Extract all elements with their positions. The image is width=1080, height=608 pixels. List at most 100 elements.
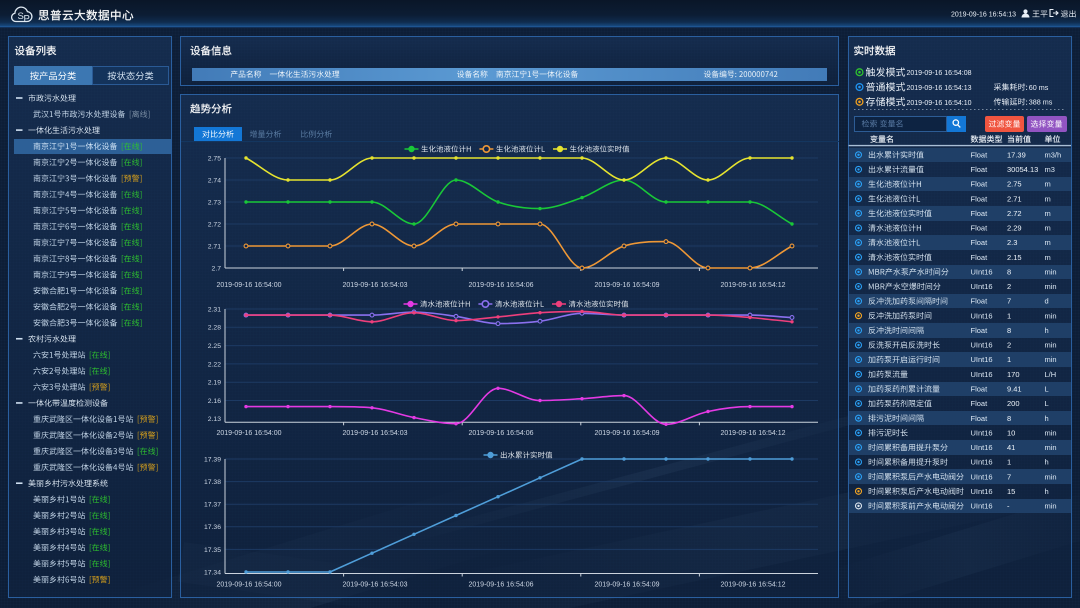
svg-text:P: P	[24, 14, 30, 25]
svg-text:17.37: 17.37	[204, 502, 221, 509]
svg-text:Float: Float	[971, 385, 989, 394]
svg-text:17.35: 17.35	[204, 547, 221, 554]
svg-text:7: 7	[1007, 297, 1011, 306]
svg-text:17.34: 17.34	[204, 569, 221, 576]
svg-text:m: m	[1045, 238, 1051, 247]
svg-text:2019-09-16 16:54:12: 2019-09-16 16:54:12	[721, 430, 786, 437]
svg-text:h: h	[1045, 458, 1049, 467]
svg-text:1: 1	[1007, 458, 1011, 467]
svg-text:-: -	[1007, 502, 1010, 511]
svg-text:m: m	[1045, 180, 1051, 189]
svg-text:Float: Float	[971, 253, 989, 262]
svg-text:min: min	[1045, 311, 1057, 320]
svg-text:10: 10	[1007, 428, 1015, 437]
svg-text:2019-09-16 16:54:03: 2019-09-16 16:54:03	[343, 282, 408, 289]
svg-text:2019-09-16 16:54:06: 2019-09-16 16:54:06	[469, 282, 534, 289]
svg-text:41: 41	[1007, 443, 1015, 452]
svg-text:2.31: 2.31	[208, 306, 221, 313]
svg-text:2019-09-16 16:54:08: 2019-09-16 16:54:08	[907, 70, 972, 77]
svg-text:2.71: 2.71	[208, 243, 221, 250]
svg-text:L: L	[1045, 385, 1049, 394]
svg-text:m: m	[1045, 194, 1051, 203]
svg-text:2019-09-16 16:54:09: 2019-09-16 16:54:09	[595, 430, 660, 437]
svg-text:min: min	[1045, 341, 1057, 350]
svg-text:2.75: 2.75	[208, 155, 221, 162]
svg-text:2: 2	[1007, 341, 1011, 350]
svg-text:UInt16: UInt16	[971, 370, 993, 379]
svg-text:UInt16: UInt16	[971, 472, 993, 481]
svg-text:Float: Float	[971, 326, 989, 335]
svg-text:30054.13: 30054.13	[1007, 165, 1038, 174]
svg-text:2019-09-16 16:54:12: 2019-09-16 16:54:12	[721, 582, 786, 589]
svg-text:2019-09-16 16:54:00: 2019-09-16 16:54:00	[217, 582, 282, 589]
svg-text:m3/h: m3/h	[1045, 150, 1062, 159]
svg-text:UInt16: UInt16	[971, 487, 993, 496]
svg-text:2.3: 2.3	[1007, 238, 1017, 247]
svg-text:200: 200	[1007, 399, 1020, 408]
svg-text:1: 1	[1007, 355, 1011, 364]
svg-text:h: h	[1045, 414, 1049, 423]
svg-text:2019-09-16 16:54:09: 2019-09-16 16:54:09	[595, 582, 660, 589]
svg-text:UInt16: UInt16	[971, 282, 993, 291]
svg-text:17.39: 17.39	[1007, 150, 1026, 159]
svg-text:UInt16: UInt16	[971, 341, 993, 350]
svg-text:m3: m3	[1045, 165, 1055, 174]
svg-text:UInt16: UInt16	[971, 502, 993, 511]
svg-text:d: d	[1045, 297, 1049, 306]
svg-text:2.22: 2.22	[208, 361, 221, 368]
svg-text:min: min	[1045, 502, 1057, 511]
svg-text:2.71: 2.71	[1007, 194, 1022, 203]
svg-text:Float: Float	[971, 414, 989, 423]
svg-text:h: h	[1045, 487, 1049, 496]
svg-text:Float: Float	[971, 399, 989, 408]
svg-text:m: m	[1045, 209, 1051, 218]
svg-text:Float: Float	[971, 238, 989, 247]
svg-text:2.15: 2.15	[1007, 253, 1022, 262]
svg-text:8: 8	[1007, 414, 1011, 423]
svg-text:8: 8	[1007, 326, 1011, 335]
svg-text:2019-09-16 16:54:00: 2019-09-16 16:54:00	[217, 430, 282, 437]
svg-text:min: min	[1045, 267, 1057, 276]
svg-text:2019-09-16 16:54:00: 2019-09-16 16:54:00	[217, 282, 282, 289]
svg-text:Float: Float	[971, 297, 989, 306]
svg-text:17.39: 17.39	[204, 456, 221, 463]
svg-text:L/H: L/H	[1045, 370, 1057, 379]
svg-text:UInt16: UInt16	[971, 267, 993, 276]
svg-text:min: min	[1045, 282, 1057, 291]
svg-text:2019-09-16 16:54:10: 2019-09-16 16:54:10	[907, 100, 972, 107]
svg-text:2: 2	[1007, 282, 1011, 291]
svg-text:170: 170	[1007, 370, 1020, 379]
svg-text:UInt16: UInt16	[971, 311, 993, 320]
svg-text:2019-09-16 16:54:03: 2019-09-16 16:54:03	[343, 430, 408, 437]
svg-text:Float: Float	[971, 194, 989, 203]
svg-text:Float: Float	[971, 180, 989, 189]
svg-text:2019-09-16 16:54:06: 2019-09-16 16:54:06	[469, 430, 534, 437]
svg-text:2.7: 2.7	[212, 265, 222, 272]
svg-text:min: min	[1045, 428, 1057, 437]
svg-text:m: m	[1045, 224, 1051, 233]
svg-text:15: 15	[1007, 487, 1015, 496]
svg-text:2019-09-16 16:54:03: 2019-09-16 16:54:03	[343, 582, 408, 589]
svg-text:m: m	[1045, 253, 1051, 262]
svg-text:Float: Float	[971, 224, 989, 233]
svg-text:2.16: 2.16	[208, 398, 221, 405]
svg-text:h: h	[1045, 326, 1049, 335]
svg-text:min: min	[1045, 472, 1057, 481]
svg-text:Float: Float	[971, 150, 989, 159]
svg-text:2019-09-16 16:54:13: 2019-09-16 16:54:13	[907, 85, 972, 92]
svg-text:9.41: 9.41	[1007, 385, 1022, 394]
svg-text:17.36: 17.36	[204, 524, 221, 531]
svg-text:2.25: 2.25	[208, 343, 221, 350]
svg-text:Float: Float	[971, 209, 989, 218]
svg-text:2.29: 2.29	[1007, 224, 1022, 233]
svg-text:2.73: 2.73	[208, 199, 221, 206]
svg-text:UInt16: UInt16	[971, 355, 993, 364]
svg-text:2.74: 2.74	[208, 177, 221, 184]
svg-text:Float: Float	[971, 165, 989, 174]
svg-text:2.13: 2.13	[208, 416, 221, 423]
svg-text:2.19: 2.19	[208, 380, 221, 387]
svg-text:min: min	[1045, 443, 1057, 452]
svg-text:UInt16: UInt16	[971, 458, 993, 467]
svg-text:UInt16: UInt16	[971, 443, 993, 452]
svg-text:min: min	[1045, 355, 1057, 364]
